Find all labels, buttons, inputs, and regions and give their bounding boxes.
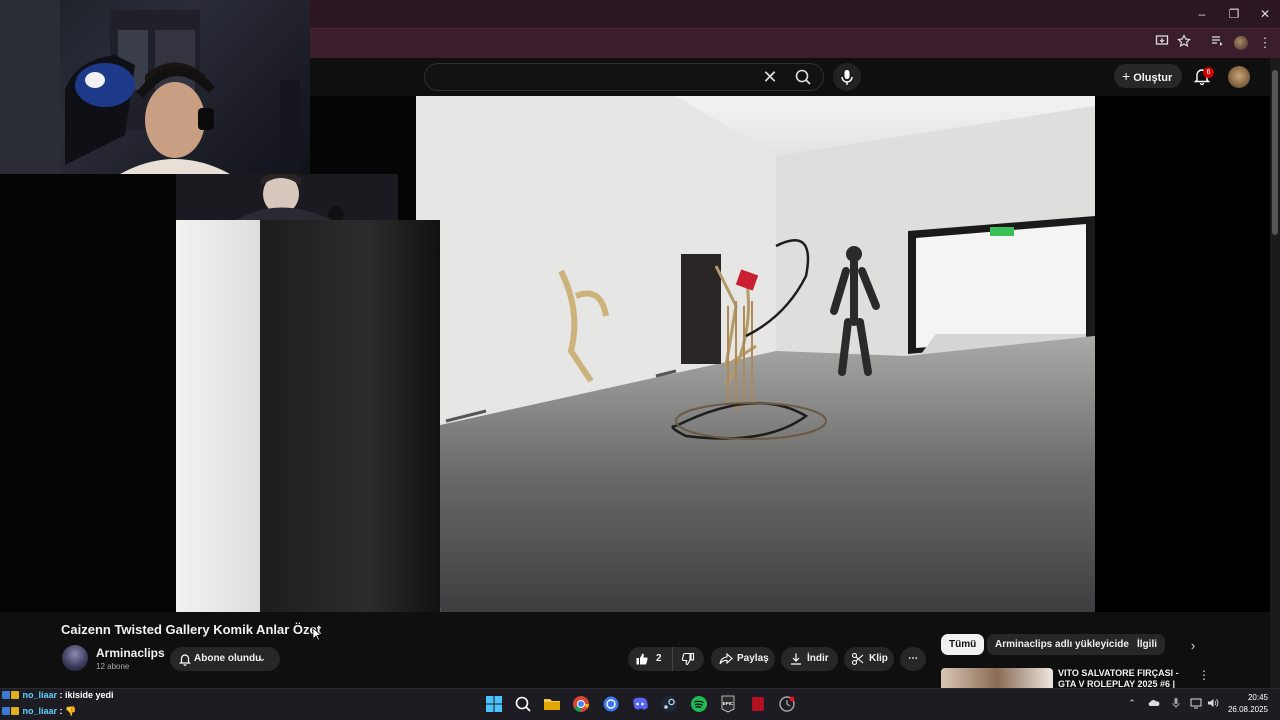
- browser-toolbar: [310, 28, 1280, 58]
- chrome-icon[interactable]: [571, 694, 591, 714]
- spotify-icon[interactable]: [689, 694, 709, 714]
- signal-icon[interactable]: [601, 694, 621, 714]
- chip-related[interactable]: İlgili: [1129, 634, 1165, 655]
- clear-search-icon[interactable]: ✕: [760, 67, 780, 87]
- like-count: 2: [656, 653, 662, 664]
- microphone-tray-icon[interactable]: [1170, 697, 1182, 709]
- discord-icon[interactable]: [630, 694, 650, 714]
- minimize-icon[interactable]: –: [1192, 6, 1212, 22]
- bell-icon: [179, 654, 191, 666]
- download-button[interactable]: İndir: [781, 647, 838, 671]
- video-player[interactable]: [416, 96, 1095, 612]
- video-letterbox-right: [1095, 96, 1270, 612]
- chat-message: no_liaar : 👎: [2, 706, 76, 717]
- dislike-button[interactable]: [672, 647, 704, 671]
- chevron-right-icon[interactable]: ›: [1184, 637, 1202, 655]
- thumbs-up-icon: [636, 653, 648, 665]
- create-label: Oluştur: [1133, 72, 1173, 84]
- browser-tab-strip: [310, 0, 1280, 28]
- red-app-icon[interactable]: [748, 694, 768, 714]
- close-window-icon[interactable]: ✕: [1255, 6, 1275, 22]
- scissors-icon: [851, 652, 864, 666]
- webcam-image: [0, 0, 300, 174]
- windows-start-icon[interactable]: [484, 694, 504, 714]
- secondary-webcam: [176, 174, 398, 220]
- mouse-cursor-icon: [312, 627, 322, 641]
- gallery-scene-image: [416, 96, 1095, 612]
- download-icon: [791, 653, 801, 665]
- profile-avatar-icon[interactable]: [1232, 34, 1250, 52]
- scrollbar-thumb[interactable]: [1272, 70, 1278, 235]
- tray-chevron-up-icon[interactable]: ⌃: [1126, 697, 1138, 709]
- secondary-webcam-image: [176, 174, 398, 220]
- chat-username: no_liaar: [22, 690, 58, 700]
- download-label: İndir: [807, 653, 829, 664]
- clip-button[interactable]: Klip: [844, 647, 894, 671]
- chat-badge-icon: [2, 691, 10, 699]
- recommended-video-title[interactable]: VITO SALVATORE FIRÇASI - GTA V ROLEPLAY …: [1058, 668, 1188, 690]
- chip-all[interactable]: Tümü: [941, 634, 985, 655]
- clock-date[interactable]: 26.08.2025: [1222, 705, 1268, 714]
- recommended-video-thumbnail[interactable]: [941, 668, 1053, 690]
- share-button[interactable]: Paylaş: [711, 647, 775, 671]
- chat-text: 👎: [65, 706, 77, 716]
- thumbs-down-icon: [681, 652, 695, 666]
- account-avatar[interactable]: [1228, 66, 1250, 88]
- clock-time[interactable]: 20:45: [1232, 693, 1268, 702]
- chat-message: no_liaar : ikiside yedi: [2, 690, 114, 700]
- taskbar-search-icon[interactable]: [513, 694, 533, 714]
- chip-from-uploader[interactable]: Arminaclips adlı yükleyiciden: [987, 634, 1144, 655]
- browser-menu-icon[interactable]: ⋮: [1256, 34, 1274, 52]
- subscribed-label: Abone olundu: [194, 653, 262, 664]
- channel-avatar[interactable]: [62, 645, 88, 671]
- subscribed-button[interactable]: Abone olundu ⌄: [170, 647, 280, 671]
- streamer-webcam: [0, 0, 310, 174]
- more-icon: ⋯: [908, 653, 918, 664]
- recommended-video-menu-icon[interactable]: ⋮: [1198, 668, 1210, 684]
- epic-games-icon[interactable]: EPIC: [718, 694, 738, 714]
- microphone-icon: [841, 70, 853, 85]
- chevron-down-icon: ⌄: [258, 653, 267, 664]
- like-button[interactable]: 2: [628, 647, 672, 671]
- more-actions-button[interactable]: ⋯: [900, 647, 926, 671]
- search-icon: [795, 69, 811, 85]
- subscriber-count: 12 abone: [96, 662, 130, 671]
- chat-text: ikiside yedi: [65, 690, 114, 700]
- network-icon[interactable]: [1190, 697, 1202, 709]
- plus-icon: +: [1122, 68, 1131, 84]
- overlay-dark-image: [260, 220, 440, 612]
- notification-count-badge: 6: [1203, 67, 1214, 78]
- svg-text:EPIC: EPIC: [723, 701, 734, 706]
- share-icon: [719, 652, 733, 665]
- chat-badge-icon: [11, 707, 19, 715]
- search-button[interactable]: [786, 64, 822, 90]
- channel-name[interactable]: Arminaclips: [96, 646, 165, 660]
- bookmark-star-icon[interactable]: [1175, 34, 1193, 52]
- steam-icon[interactable]: [659, 694, 679, 714]
- chat-username: no_liaar: [22, 706, 58, 716]
- file-explorer-icon[interactable]: [542, 694, 562, 714]
- share-label: Paylaş: [737, 653, 769, 664]
- video-title: Caizenn Twisted Gallery Komik Anlar Özet: [61, 622, 322, 637]
- chat-badge-icon: [2, 707, 10, 715]
- stream-chat-overlay: no_liaar : ikiside yedi no_liaar : 👎: [0, 688, 470, 720]
- chat-badge-icon: [11, 691, 19, 699]
- media-queue-icon[interactable]: [1208, 34, 1226, 52]
- voice-search-button[interactable]: [833, 63, 861, 91]
- create-button[interactable]: + Oluştur: [1114, 64, 1182, 88]
- onedrive-icon[interactable]: [1148, 697, 1160, 709]
- maximize-icon[interactable]: ❐: [1224, 6, 1244, 22]
- clock-app-icon[interactable]: [777, 694, 797, 714]
- clip-label: Klip: [869, 653, 888, 664]
- volume-icon[interactable]: [1207, 697, 1219, 709]
- search-input[interactable]: [439, 68, 759, 88]
- install-app-icon[interactable]: [1153, 34, 1171, 52]
